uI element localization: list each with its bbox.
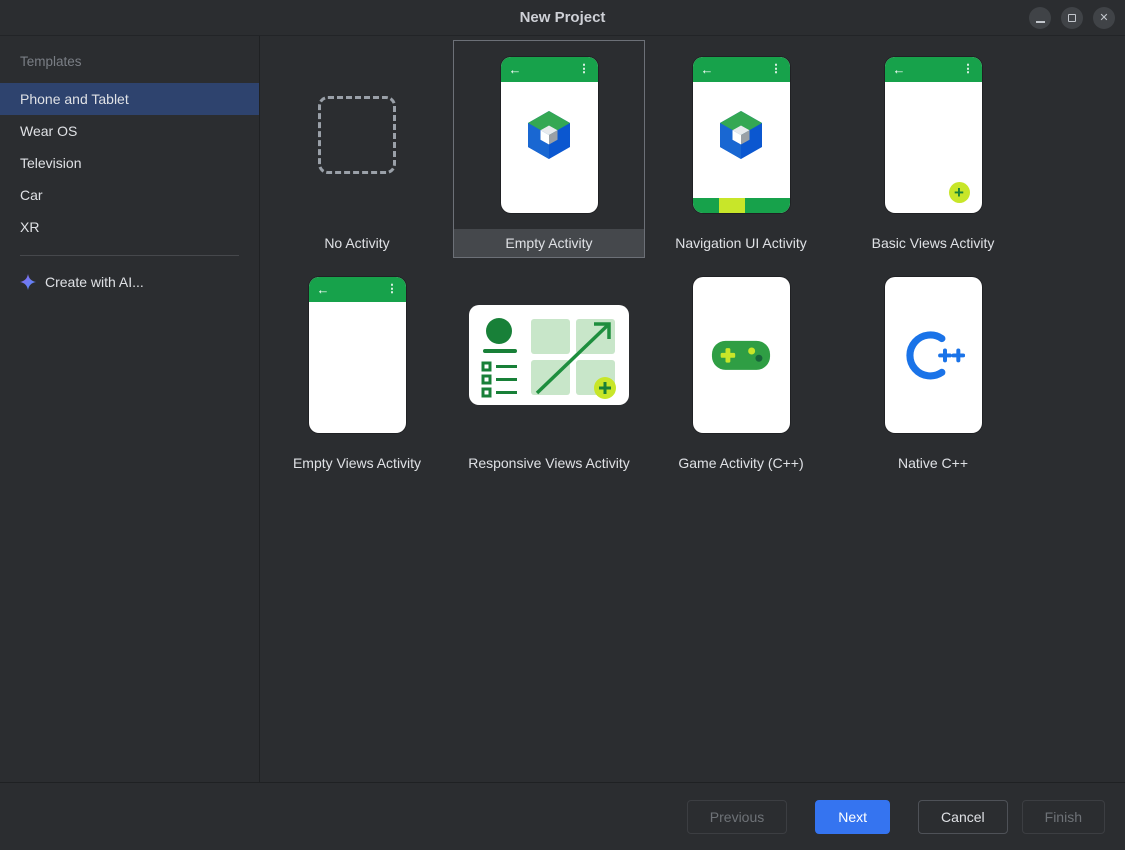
back-arrow-icon: ← [893, 63, 906, 76]
template-label: Basic Views Activity [838, 229, 1028, 257]
back-arrow-icon: ← [317, 283, 330, 296]
responsive-layout-icon [469, 305, 629, 405]
overflow-menu-icon: ⋮ [387, 284, 398, 295]
next-button[interactable]: Next [815, 800, 890, 834]
sidebar-divider [20, 255, 239, 256]
sidebar-item-phone-and-tablet[interactable]: Phone and Tablet [0, 83, 259, 115]
template-label: No Activity [262, 229, 452, 257]
window-controls: ✕ [1029, 7, 1115, 29]
app-bar: ←⋮ [693, 57, 790, 82]
template-gallery: No Activity ←⋮ [260, 36, 1125, 782]
overflow-menu-icon: ⋮ [579, 64, 590, 75]
template-label: Empty Views Activity [262, 449, 452, 477]
template-card-game-activity-cpp[interactable]: Game Activity (C++) [645, 260, 837, 478]
minimize-icon [1036, 21, 1045, 23]
template-label: Empty Activity [454, 229, 644, 257]
phone-mockup: ←⋮ + [885, 57, 982, 213]
sidebar-item-television[interactable]: Television [0, 147, 259, 179]
app-bar: ←⋮ [501, 57, 598, 82]
template-card-basic-views-activity[interactable]: ←⋮ + Basic Views Activity [837, 40, 1029, 258]
gamepad-icon [710, 335, 772, 376]
maximize-icon [1068, 14, 1076, 22]
dialog-content: Templates Phone and Tablet Wear OS Telev… [0, 36, 1125, 782]
sidebar-item-label: Television [20, 155, 81, 171]
previous-button[interactable]: Previous [687, 800, 787, 834]
template-card-responsive-views-activity[interactable]: Responsive Views Activity [453, 260, 645, 478]
template-card-native-cpp[interactable]: Native C++ [837, 260, 1029, 478]
overflow-menu-icon: ⋮ [771, 64, 782, 75]
jetpack-compose-logo-icon [713, 107, 769, 163]
template-label: Navigation UI Activity [646, 229, 836, 257]
phone-mockup: ←⋮ [693, 57, 790, 213]
close-icon: ✕ [1099, 13, 1108, 24]
bottom-nav-active-tab [719, 198, 745, 213]
phone-mockup: ←⋮ [309, 277, 406, 433]
create-with-ai-label: Create with AI... [45, 274, 144, 290]
sidebar-item-label: Wear OS [20, 123, 77, 139]
titlebar: New Project ✕ [0, 0, 1125, 36]
phone-mockup: ←⋮ [501, 57, 598, 213]
ai-sparkle-icon [20, 274, 36, 290]
template-card-no-activity[interactable]: No Activity [261, 40, 453, 258]
new-project-dialog: New Project ✕ Templates Phone and Tablet… [0, 0, 1125, 850]
bottom-nav-bar [693, 198, 790, 213]
sidebar-item-label: Phone and Tablet [20, 91, 129, 107]
cpp-logo-icon [901, 327, 965, 384]
overflow-menu-icon: ⋮ [963, 64, 974, 75]
template-card-navigation-ui-activity[interactable]: ←⋮ Navigation UI Ac [645, 40, 837, 258]
window-title: New Project [520, 9, 606, 26]
sidebar-item-label: XR [20, 219, 39, 235]
create-with-ai-item[interactable]: Create with AI... [0, 266, 259, 298]
sidebar-item-wear-os[interactable]: Wear OS [0, 115, 259, 147]
app-bar: ←⋮ [309, 277, 406, 302]
fab-plus-icon: + [949, 182, 970, 203]
template-card-empty-activity[interactable]: ←⋮ Empty Activity [453, 40, 645, 258]
phone-mockup [693, 277, 790, 433]
maximize-button[interactable] [1061, 7, 1083, 29]
sidebar-item-car[interactable]: Car [0, 179, 259, 211]
template-card-empty-views-activity[interactable]: ←⋮ Empty Views Activity [261, 260, 453, 478]
dialog-footer: Previous Next Cancel Finish [0, 782, 1125, 850]
template-label: Game Activity (C++) [646, 449, 836, 477]
template-label: Native C++ [838, 449, 1028, 477]
template-grid: No Activity ←⋮ [261, 40, 1125, 478]
minimize-button[interactable] [1029, 7, 1051, 29]
jetpack-compose-logo-icon [521, 107, 577, 163]
app-bar: ←⋮ [885, 57, 982, 82]
phone-mockup [885, 277, 982, 433]
templates-sidebar: Templates Phone and Tablet Wear OS Telev… [0, 36, 260, 782]
back-arrow-icon: ← [509, 63, 522, 76]
finish-button[interactable]: Finish [1022, 800, 1105, 834]
sidebar-item-label: Car [20, 187, 43, 203]
template-label: Responsive Views Activity [454, 449, 644, 477]
cancel-button[interactable]: Cancel [918, 800, 1008, 834]
sidebar-item-xr[interactable]: XR [0, 211, 259, 243]
close-button[interactable]: ✕ [1093, 7, 1115, 29]
sidebar-header: Templates [0, 54, 259, 69]
no-activity-icon [318, 96, 396, 174]
back-arrow-icon: ← [701, 63, 714, 76]
